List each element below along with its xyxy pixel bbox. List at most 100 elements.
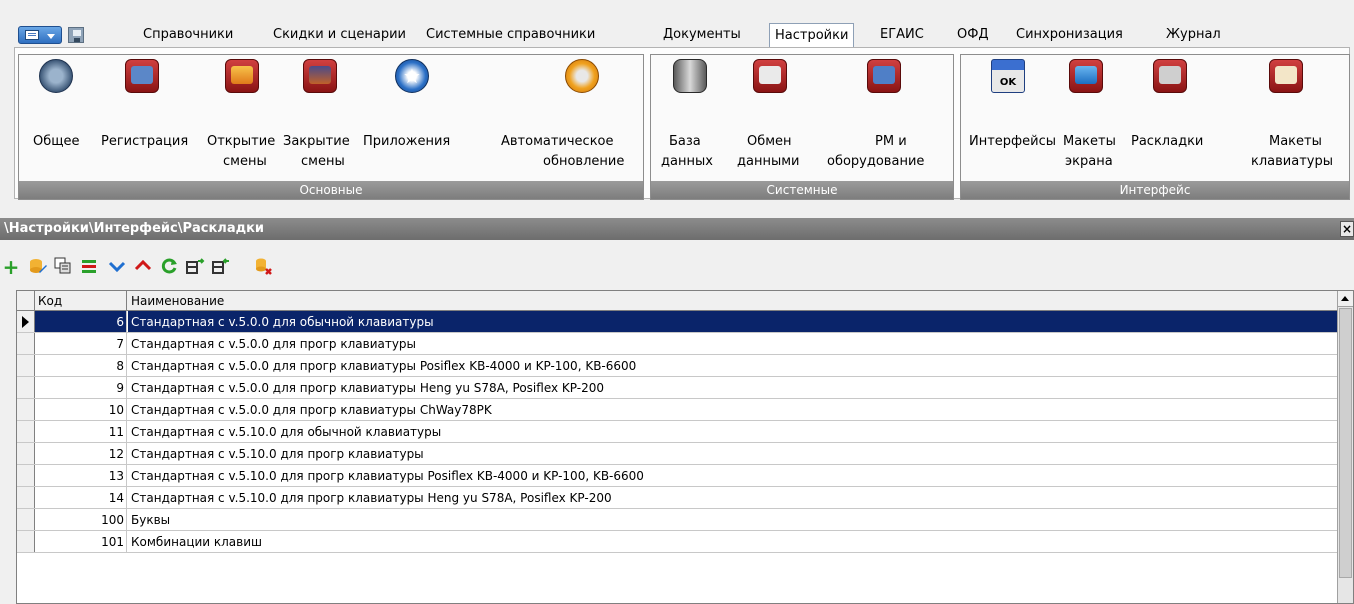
ribbon-label: База: [669, 134, 701, 149]
table-row[interactable]: 7 Стандартная с v.5.0.0 для прогр клавиат…: [17, 333, 1339, 355]
edit-icon[interactable]: [26, 256, 48, 278]
cell-name: Стандартная с v.5.0.0 для прогр клавиату…: [131, 381, 604, 395]
ribbon-button-apps[interactable]: ★ Приложения: [363, 55, 461, 181]
table-row[interactable]: 14 Стандартная с v.5.10.0 для прогр клави…: [17, 487, 1339, 509]
ribbon-label: Макеты: [1063, 134, 1116, 149]
row-indicator: [17, 509, 35, 530]
row-indicator-header: [17, 291, 35, 310]
cell-name: Стандартная с v.5.10.0 для прогр клавиат…: [131, 491, 612, 505]
ribbon-button-data-exchange[interactable]: Обмен данными: [721, 55, 811, 181]
copy-icon[interactable]: [52, 256, 74, 278]
ribbon-button-general[interactable]: Общее: [19, 55, 95, 181]
ribbon-button-open-shift[interactable]: Открытие смены: [205, 55, 277, 181]
ribbon-label-line2: данных: [661, 154, 713, 169]
cell-name: Буквы: [131, 513, 171, 527]
table-row[interactable]: 11 Стандартная с v.5.10.0 для обычной кла…: [17, 421, 1339, 443]
star-icon: ★: [395, 59, 429, 93]
row-indicator: [17, 311, 35, 332]
menu-item-settings[interactable]: Настройки: [769, 23, 855, 49]
add-icon[interactable]: +: [0, 256, 22, 278]
table-row[interactable]: 101 Комбинации клавиш: [17, 531, 1339, 553]
cell-code: 7: [35, 333, 127, 354]
export-icon[interactable]: [184, 256, 206, 278]
grid-toolbar: +: [0, 242, 1354, 282]
registration-box-icon: [125, 59, 159, 93]
cell-code: 13: [35, 465, 127, 486]
cell-name: Стандартная с v.5.0.0 для прогр клавиату…: [131, 359, 637, 373]
menu-item-spravochniki[interactable]: Справочники: [143, 22, 233, 48]
ribbon-label-line2: обновление: [543, 154, 625, 169]
ribbon-label: Интерфейсы: [969, 134, 1057, 149]
auto-update-icon: [565, 59, 599, 93]
layouts-table: Код Наименование 6 Стандартная с v.5.0.0 …: [16, 290, 1354, 604]
cell-name: Стандартная с v.5.10.0 для прогр клавиат…: [131, 447, 424, 461]
table-row[interactable]: 13 Стандартная с v.5.10.0 для прогр клави…: [17, 465, 1339, 487]
row-indicator: [17, 355, 35, 376]
ribbon-label: РМ и: [875, 134, 907, 149]
cell-code: 11: [35, 421, 127, 442]
cell-code: 14: [35, 487, 127, 508]
ribbon-button-registration[interactable]: Регистрация: [99, 55, 201, 181]
ribbon-group-system: База данных Обмен данными РМ и оборудова…: [650, 54, 954, 200]
database-icon: [673, 59, 707, 93]
table-row[interactable]: 100 Буквы: [17, 509, 1339, 531]
scrollbar-thumb[interactable]: [1339, 308, 1352, 578]
menu-item-documents[interactable]: Документы: [663, 22, 741, 48]
ribbon-group-title-system: Системные: [651, 181, 953, 199]
column-header-name[interactable]: Наименование: [128, 291, 1342, 310]
import-icon[interactable]: [210, 256, 232, 278]
ribbon-button-close-shift[interactable]: Закрытие смены: [281, 55, 361, 181]
cell-name: Стандартная с v.5.0.0 для обычной клавиа…: [128, 311, 1339, 332]
menu-item-system-refs[interactable]: Системные справочники: [426, 22, 595, 48]
ribbon-button-workstation-equipment[interactable]: РМ и оборудование: [827, 55, 947, 181]
clear-icon[interactable]: [252, 256, 274, 278]
row-indicator: [17, 377, 35, 398]
shift-close-icon: [303, 59, 337, 93]
table-header: Код Наименование: [17, 291, 1339, 311]
menu-bar: Справочники Скидки и сценарии Системные …: [0, 0, 1354, 49]
ribbon-group-interface: OK Интерфейсы Макеты экрана Раскладки Ма…: [960, 54, 1350, 200]
ribbon-button-keyboard-layouts[interactable]: Раскладки: [1125, 55, 1215, 181]
keypad-icon: [1269, 59, 1303, 93]
ribbon-label-line2: клавиатуры: [1251, 154, 1333, 169]
close-icon[interactable]: ×: [1340, 221, 1354, 237]
menu-item-sync[interactable]: Синхронизация: [1016, 22, 1123, 48]
monitor-icon: [1069, 59, 1103, 93]
row-indicator: [17, 333, 35, 354]
column-header-code[interactable]: Код: [35, 291, 127, 310]
cell-code: 12: [35, 443, 127, 464]
menu-tabs: Справочники Скидки и сценарии Системные …: [0, 22, 1354, 49]
ribbon-button-screen-layouts[interactable]: Макеты экрана: [1053, 55, 1117, 181]
move-up-icon[interactable]: [132, 256, 154, 278]
ribbon-button-auto-update[interactable]: Автоматическое обновление: [489, 55, 643, 181]
ribbon-button-keyboard-templates[interactable]: Макеты клавиатуры: [1231, 55, 1347, 181]
table-row[interactable]: 8 Стандартная с v.5.0.0 для прогр клавиат…: [17, 355, 1339, 377]
cell-name: Стандартная с v.5.10.0 для прогр клавиат…: [131, 469, 644, 483]
ribbon-label-line2: экрана: [1065, 154, 1113, 169]
vertical-scrollbar[interactable]: [1337, 291, 1353, 603]
table-row[interactable]: 9 Стандартная с v.5.0.0 для прогр клавиат…: [17, 377, 1339, 399]
keyboard-icon: [1153, 59, 1187, 93]
refresh-icon[interactable]: [158, 256, 180, 278]
ribbon-button-interfaces[interactable]: OK Интерфейсы: [965, 55, 1056, 181]
menu-item-ofd[interactable]: ОФД: [957, 22, 989, 48]
settings-gear-icon: [39, 59, 73, 93]
ribbon-button-database[interactable]: База данных: [657, 55, 717, 181]
ribbon-label: Раскладки: [1131, 134, 1204, 149]
cell-name: Комбинации клавиш: [131, 535, 263, 549]
delete-icon[interactable]: [78, 256, 100, 278]
ribbon-label: Открытие: [207, 134, 276, 149]
workstation-equipment-icon: [867, 59, 901, 93]
table-row[interactable]: 12 Стандартная с v.5.10.0 для прогр клави…: [17, 443, 1339, 465]
menu-item-egais[interactable]: ЕГАИС: [880, 22, 924, 48]
menu-item-discounts[interactable]: Скидки и сценарии: [273, 22, 406, 48]
move-down-icon[interactable]: [106, 256, 128, 278]
table-row[interactable]: 6 Стандартная с v.5.0.0 для обычной клави…: [17, 311, 1339, 333]
row-indicator: [17, 465, 35, 486]
ribbon-label: Закрытие: [283, 134, 350, 149]
ribbon-group-main: Общее Регистрация Открытие смены Закрыти…: [18, 54, 644, 200]
scroll-up-arrow-icon[interactable]: [1338, 291, 1353, 307]
table-row[interactable]: 10 Стандартная с v.5.0.0 для прогр клавиа…: [17, 399, 1339, 421]
cell-code: 101: [35, 531, 127, 552]
menu-item-journal[interactable]: Журнал: [1166, 22, 1221, 48]
